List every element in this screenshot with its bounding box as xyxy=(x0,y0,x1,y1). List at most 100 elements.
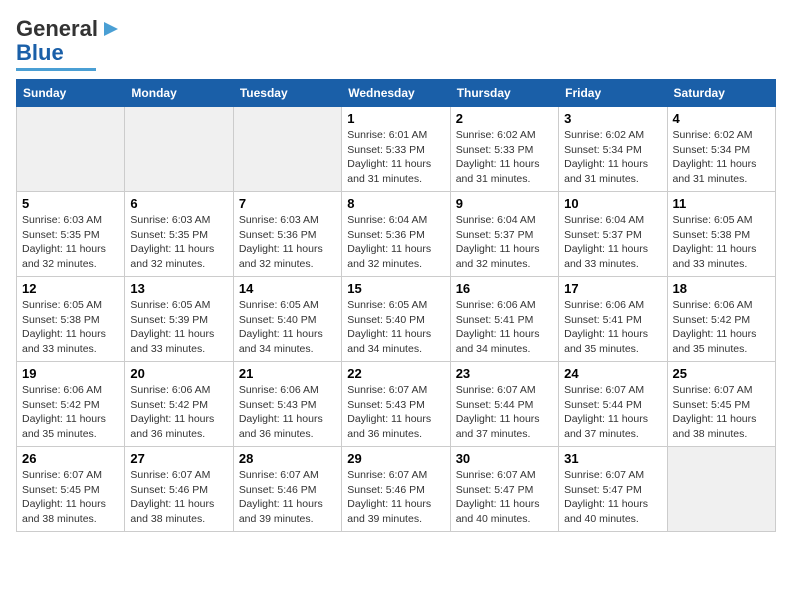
day-info: Sunrise: 6:02 AMSunset: 5:34 PMDaylight:… xyxy=(564,128,661,187)
calendar-cell: 15Sunrise: 6:05 AMSunset: 5:40 PMDayligh… xyxy=(342,277,450,362)
calendar-cell: 9 Sunrise: 6:04 AMSunset: 5:37 PMDaylight… xyxy=(450,192,558,277)
calendar-cell: 27 Sunrise: 6:07 AMSunset: 5:46 PMDayligh… xyxy=(125,447,233,532)
day-number: 2 xyxy=(456,111,553,126)
day-number: 26 xyxy=(22,451,119,466)
day-info: Sunrise: 6:04 AMSunset: 5:37 PMDaylight:… xyxy=(564,213,661,272)
day-info: Sunrise: 6:02 AMSunset: 5:34 PMDaylight:… xyxy=(673,128,770,187)
column-header-thursday: Thursday xyxy=(450,80,558,107)
calendar-cell: 12Sunrise: 6:05 AMSunset: 5:38 PMDayligh… xyxy=(17,277,125,362)
day-number: 30 xyxy=(456,451,553,466)
calendar-header-row: SundayMondayTuesdayWednesdayThursdayFrid… xyxy=(17,80,776,107)
calendar-cell: 3 Sunrise: 6:02 AMSunset: 5:34 PMDaylight… xyxy=(559,107,667,192)
calendar-cell: 13 Sunrise: 6:05 AMSunset: 5:39 PMDayligh… xyxy=(125,277,233,362)
day-number: 28 xyxy=(239,451,336,466)
calendar-cell: 10Sunrise: 6:04 AMSunset: 5:37 PMDayligh… xyxy=(559,192,667,277)
calendar-cell xyxy=(233,107,341,192)
week-row-5: 26 Sunrise: 6:07 AMSunset: 5:45 PMDayligh… xyxy=(17,447,776,532)
week-row-3: 12Sunrise: 6:05 AMSunset: 5:38 PMDayligh… xyxy=(17,277,776,362)
calendar-cell: 7 Sunrise: 6:03 AMSunset: 5:36 PMDaylight… xyxy=(233,192,341,277)
calendar-cell: 14 Sunrise: 6:05 AMSunset: 5:40 PMDayligh… xyxy=(233,277,341,362)
day-info: Sunrise: 6:02 AMSunset: 5:33 PMDaylight:… xyxy=(456,128,553,187)
column-header-sunday: Sunday xyxy=(17,80,125,107)
week-row-1: 1 Sunrise: 6:01 AMSunset: 5:33 PMDaylight… xyxy=(17,107,776,192)
calendar-cell: 30Sunrise: 6:07 AMSunset: 5:47 PMDayligh… xyxy=(450,447,558,532)
calendar-cell: 29 Sunrise: 6:07 AMSunset: 5:46 PMDayligh… xyxy=(342,447,450,532)
day-number: 24 xyxy=(564,366,661,381)
calendar-cell: 22 Sunrise: 6:07 AMSunset: 5:43 PMDayligh… xyxy=(342,362,450,447)
calendar-cell: 6 Sunrise: 6:03 AMSunset: 5:35 PMDaylight… xyxy=(125,192,233,277)
calendar-cell xyxy=(125,107,233,192)
day-number: 27 xyxy=(130,451,227,466)
calendar-cell: 26 Sunrise: 6:07 AMSunset: 5:45 PMDayligh… xyxy=(17,447,125,532)
day-number: 5 xyxy=(22,196,119,211)
day-number: 16 xyxy=(456,281,553,296)
day-info: Sunrise: 6:06 AMSunset: 5:43 PMDaylight:… xyxy=(239,383,336,442)
logo-arrow-icon xyxy=(100,18,122,40)
day-info: Sunrise: 6:07 AMSunset: 5:47 PMDaylight:… xyxy=(564,468,661,527)
calendar-cell: 18 Sunrise: 6:06 AMSunset: 5:42 PMDayligh… xyxy=(667,277,775,362)
calendar-cell: 5 Sunrise: 6:03 AMSunset: 5:35 PMDaylight… xyxy=(17,192,125,277)
day-info: Sunrise: 6:06 AMSunset: 5:41 PMDaylight:… xyxy=(456,298,553,357)
calendar-cell: 2 Sunrise: 6:02 AMSunset: 5:33 PMDaylight… xyxy=(450,107,558,192)
page-header: General Blue xyxy=(16,16,776,71)
calendar-cell: 24 Sunrise: 6:07 AMSunset: 5:44 PMDayligh… xyxy=(559,362,667,447)
logo-blue: Blue xyxy=(16,40,64,66)
day-info: Sunrise: 6:07 AMSunset: 5:45 PMDaylight:… xyxy=(673,383,770,442)
logo-underline xyxy=(16,68,96,71)
day-info: Sunrise: 6:07 AMSunset: 5:43 PMDaylight:… xyxy=(347,383,444,442)
calendar-cell: 19 Sunrise: 6:06 AMSunset: 5:42 PMDayligh… xyxy=(17,362,125,447)
day-number: 7 xyxy=(239,196,336,211)
week-row-2: 5 Sunrise: 6:03 AMSunset: 5:35 PMDaylight… xyxy=(17,192,776,277)
day-number: 9 xyxy=(456,196,553,211)
day-number: 22 xyxy=(347,366,444,381)
day-info: Sunrise: 6:06 AMSunset: 5:42 PMDaylight:… xyxy=(130,383,227,442)
day-number: 21 xyxy=(239,366,336,381)
day-info: Sunrise: 6:03 AMSunset: 5:35 PMDaylight:… xyxy=(22,213,119,272)
column-header-wednesday: Wednesday xyxy=(342,80,450,107)
calendar-cell: 1 Sunrise: 6:01 AMSunset: 5:33 PMDaylight… xyxy=(342,107,450,192)
day-number: 29 xyxy=(347,451,444,466)
day-info: Sunrise: 6:04 AMSunset: 5:37 PMDaylight:… xyxy=(456,213,553,272)
day-info: Sunrise: 6:05 AMSunset: 5:40 PMDaylight:… xyxy=(239,298,336,357)
logo: General Blue xyxy=(16,16,122,71)
day-number: 6 xyxy=(130,196,227,211)
day-info: Sunrise: 6:03 AMSunset: 5:35 PMDaylight:… xyxy=(130,213,227,272)
day-info: Sunrise: 6:07 AMSunset: 5:46 PMDaylight:… xyxy=(130,468,227,527)
calendar-cell: 28 Sunrise: 6:07 AMSunset: 5:46 PMDayligh… xyxy=(233,447,341,532)
calendar-cell: 20Sunrise: 6:06 AMSunset: 5:42 PMDayligh… xyxy=(125,362,233,447)
day-info: Sunrise: 6:07 AMSunset: 5:44 PMDaylight:… xyxy=(564,383,661,442)
column-header-friday: Friday xyxy=(559,80,667,107)
calendar-cell: 25Sunrise: 6:07 AMSunset: 5:45 PMDayligh… xyxy=(667,362,775,447)
day-info: Sunrise: 6:03 AMSunset: 5:36 PMDaylight:… xyxy=(239,213,336,272)
week-row-4: 19 Sunrise: 6:06 AMSunset: 5:42 PMDayligh… xyxy=(17,362,776,447)
day-number: 17 xyxy=(564,281,661,296)
calendar-cell: 23Sunrise: 6:07 AMSunset: 5:44 PMDayligh… xyxy=(450,362,558,447)
day-number: 23 xyxy=(456,366,553,381)
day-number: 19 xyxy=(22,366,119,381)
day-info: Sunrise: 6:01 AMSunset: 5:33 PMDaylight:… xyxy=(347,128,444,187)
column-header-tuesday: Tuesday xyxy=(233,80,341,107)
day-info: Sunrise: 6:05 AMSunset: 5:39 PMDaylight:… xyxy=(130,298,227,357)
day-info: Sunrise: 6:04 AMSunset: 5:36 PMDaylight:… xyxy=(347,213,444,272)
calendar-cell: 4 Sunrise: 6:02 AMSunset: 5:34 PMDaylight… xyxy=(667,107,775,192)
calendar-cell: 21 Sunrise: 6:06 AMSunset: 5:43 PMDayligh… xyxy=(233,362,341,447)
day-info: Sunrise: 6:06 AMSunset: 5:42 PMDaylight:… xyxy=(22,383,119,442)
day-number: 15 xyxy=(347,281,444,296)
calendar-cell: 8 Sunrise: 6:04 AMSunset: 5:36 PMDaylight… xyxy=(342,192,450,277)
day-number: 13 xyxy=(130,281,227,296)
day-info: Sunrise: 6:06 AMSunset: 5:42 PMDaylight:… xyxy=(673,298,770,357)
day-info: Sunrise: 6:07 AMSunset: 5:45 PMDaylight:… xyxy=(22,468,119,527)
day-info: Sunrise: 6:07 AMSunset: 5:46 PMDaylight:… xyxy=(239,468,336,527)
day-number: 8 xyxy=(347,196,444,211)
day-number: 18 xyxy=(673,281,770,296)
day-number: 3 xyxy=(564,111,661,126)
day-number: 1 xyxy=(347,111,444,126)
day-number: 11 xyxy=(673,196,770,211)
day-number: 4 xyxy=(673,111,770,126)
day-number: 14 xyxy=(239,281,336,296)
day-number: 12 xyxy=(22,281,119,296)
calendar-cell xyxy=(17,107,125,192)
column-header-monday: Monday xyxy=(125,80,233,107)
column-header-saturday: Saturday xyxy=(667,80,775,107)
day-info: Sunrise: 6:07 AMSunset: 5:46 PMDaylight:… xyxy=(347,468,444,527)
